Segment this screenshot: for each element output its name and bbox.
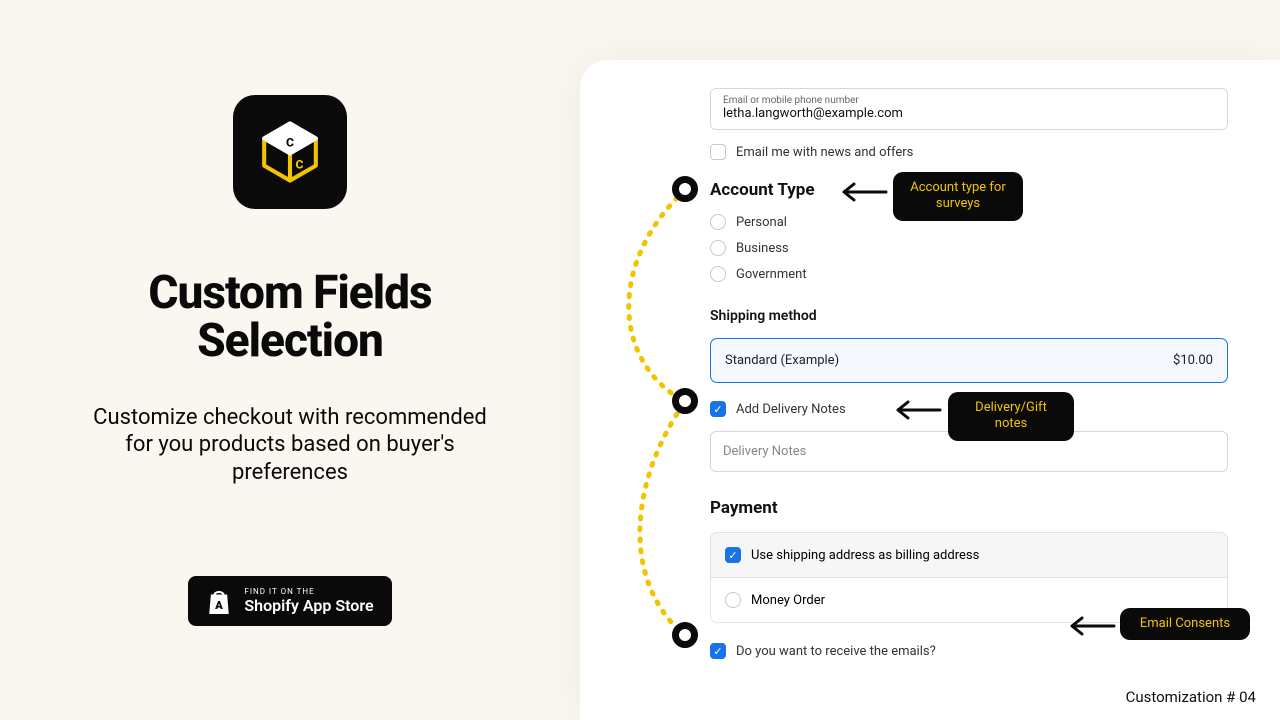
radio-label: Business: [736, 241, 789, 256]
headline-line1: Custom Fields: [148, 269, 431, 317]
connector-dot: [672, 176, 698, 202]
delivery-notes-placeholder: Delivery Notes: [723, 444, 806, 459]
headline-line2: Selection: [148, 317, 431, 365]
account-type-option[interactable]: Government: [710, 266, 1228, 282]
checkbox-checked-icon: ✓: [710, 401, 726, 417]
radio-label: Personal: [736, 215, 787, 230]
callout-delivery-notes: Delivery/Gift notes: [948, 392, 1074, 441]
use-shipping-address-row[interactable]: ✓ Use shipping address as billing addres…: [711, 533, 1227, 578]
arrow-icon: [1066, 614, 1116, 638]
left-panel: C C Custom Fields Selection Customize ch…: [0, 0, 580, 720]
connector-dot: [672, 388, 698, 414]
radio-unchecked-icon: [710, 240, 726, 256]
email-field-label: Email or mobile phone number: [723, 95, 1215, 106]
email-field[interactable]: Email or mobile phone number letha.langw…: [710, 88, 1228, 130]
payment-title: Payment: [710, 498, 1228, 518]
app-logo: C C: [233, 95, 347, 209]
add-delivery-notes-label: Add Delivery Notes: [736, 402, 846, 417]
radio-unchecked-icon: [710, 266, 726, 282]
page-subhead: Customize checkout with recommended for …: [80, 404, 500, 487]
shopify-app-store-badge[interactable]: A FIND IT ON THE Shopify App Store: [188, 576, 391, 626]
badge-big-text: Shopify App Store: [244, 596, 373, 615]
shipping-method-price: $10.00: [1173, 353, 1213, 368]
payment-method-label: Money Order: [751, 593, 825, 608]
svg-text:A: A: [215, 598, 224, 612]
callout-account-type: Account type for surveys: [893, 172, 1023, 221]
badge-text: FIND IT ON THE Shopify App Store: [244, 587, 373, 615]
checkbox-unchecked-icon: [710, 144, 726, 160]
callout-email-consents: Email Consents: [1120, 608, 1250, 640]
shipping-method-name: Standard (Example): [725, 353, 839, 368]
radio-label: Government: [736, 267, 807, 282]
radio-unchecked-icon: [710, 214, 726, 230]
newsletter-checkbox-row[interactable]: Email me with news and offers: [710, 144, 1228, 160]
arrow-icon: [892, 398, 942, 422]
newsletter-label: Email me with news and offers: [736, 145, 913, 160]
email-consent-row[interactable]: ✓ Do you want to receive the emails?: [710, 643, 1228, 659]
radio-unchecked-icon: [725, 592, 741, 608]
cube-icon: C C: [256, 118, 324, 186]
email-consent-label: Do you want to receive the emails?: [736, 644, 936, 659]
arrow-icon: [838, 180, 888, 204]
checkbox-checked-icon: ✓: [725, 547, 741, 563]
shipping-method-title: Shipping method: [710, 308, 1228, 324]
use-shipping-address-label: Use shipping address as billing address: [751, 548, 979, 563]
shopify-bag-icon: A: [206, 586, 232, 616]
email-field-value: letha.langworth@example.com: [723, 106, 1215, 121]
connector-dot: [672, 622, 698, 648]
customization-number: Customization # 04: [1126, 688, 1256, 706]
page-headline: Custom Fields Selection: [148, 269, 431, 366]
svg-text:C: C: [296, 157, 304, 171]
account-type-option[interactable]: Business: [710, 240, 1228, 256]
badge-small-text: FIND IT ON THE: [244, 587, 373, 596]
svg-text:C: C: [286, 136, 294, 150]
checkbox-checked-icon: ✓: [710, 643, 726, 659]
shipping-method-option[interactable]: Standard (Example) $10.00: [710, 338, 1228, 383]
